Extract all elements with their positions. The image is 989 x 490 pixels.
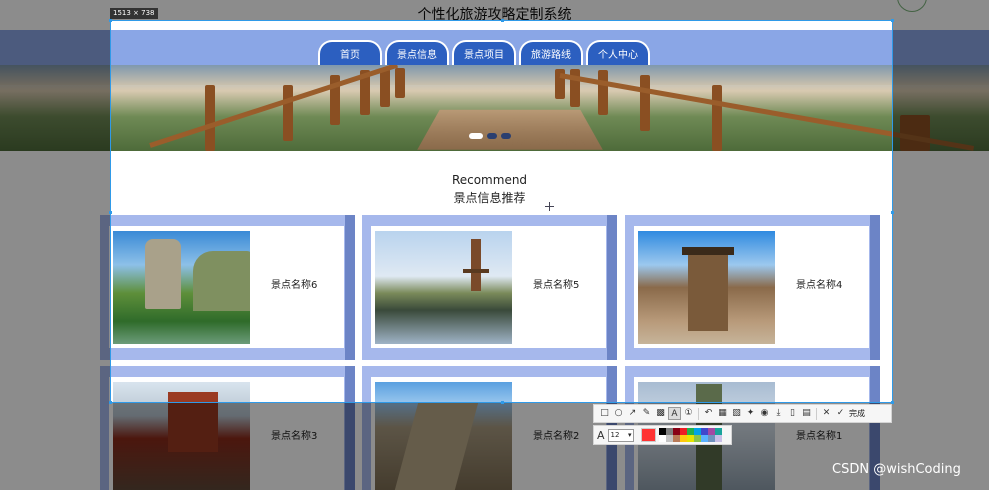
text-icon[interactable]: A	[668, 407, 681, 420]
color-swatch[interactable]	[714, 428, 722, 435]
color-swatch[interactable]	[693, 435, 701, 442]
resize-handle[interactable]	[109, 19, 112, 22]
current-color-swatch[interactable]	[640, 428, 656, 442]
resize-handle[interactable]	[501, 19, 504, 22]
color-swatch[interactable]	[672, 435, 680, 442]
text-style-bar: A 12	[593, 425, 732, 445]
arrow-icon[interactable]: ↗	[626, 407, 639, 420]
resize-handle[interactable]	[891, 19, 894, 22]
color-swatch[interactable]	[707, 435, 715, 442]
color-swatch[interactable]	[693, 428, 701, 435]
tb-separator	[816, 407, 817, 420]
crosshair-cursor	[545, 202, 554, 211]
capture-selection[interactable]	[109, 19, 894, 404]
number-icon[interactable]: ①	[682, 407, 695, 420]
font-size-select[interactable]: 12	[607, 428, 634, 442]
color-swatch[interactable]	[665, 435, 673, 442]
resize-handle[interactable]	[109, 211, 112, 214]
color-swatch[interactable]	[686, 435, 694, 442]
color-swatch[interactable]	[679, 428, 687, 435]
color-swatch[interactable]	[658, 428, 666, 435]
font-size-icon: A	[597, 428, 605, 442]
color-swatch[interactable]	[658, 435, 666, 442]
color-swatch[interactable]	[679, 435, 687, 442]
capture-toolbar: □ ○ ↗ ✎ ▩ A ① ↶ ▦ ▧ ✦ ◉ ⤓ ▯ ▤ ✕ ✓ 完成	[593, 404, 892, 423]
color-swatch[interactable]	[714, 435, 722, 442]
save-icon[interactable]: ▤	[800, 407, 813, 420]
color-swatch[interactable]	[700, 428, 708, 435]
color-swatch[interactable]	[665, 428, 673, 435]
ellipse-icon[interactable]: ○	[612, 407, 625, 420]
tb-separator	[698, 407, 699, 420]
done-button[interactable]: 完成	[849, 408, 865, 419]
resize-handle[interactable]	[891, 211, 894, 214]
ocr-icon[interactable]: ▦	[716, 407, 729, 420]
long-capture-icon[interactable]: ◉	[758, 407, 771, 420]
color-swatch[interactable]	[700, 435, 708, 442]
pin-icon[interactable]: ✦	[744, 407, 757, 420]
translate-icon[interactable]: ▧	[730, 407, 743, 420]
copy-icon[interactable]: ▯	[786, 407, 799, 420]
rectangle-icon[interactable]: □	[598, 407, 611, 420]
dim-overlay-left	[0, 20, 110, 403]
csdn-watermark: CSDN @wishCoding	[832, 462, 961, 477]
color-swatch[interactable]	[672, 428, 680, 435]
confirm-icon[interactable]: ✓	[834, 407, 847, 420]
selection-size-label: 1513 × 738	[110, 8, 158, 19]
mosaic-icon[interactable]: ▩	[654, 407, 667, 420]
color-palette	[658, 428, 722, 442]
download-icon[interactable]: ⤓	[772, 407, 785, 420]
pencil-icon[interactable]: ✎	[640, 407, 653, 420]
color-swatch[interactable]	[707, 428, 715, 435]
dim-overlay-right	[893, 20, 989, 403]
cancel-icon[interactable]: ✕	[820, 407, 833, 420]
undo-icon[interactable]: ↶	[702, 407, 715, 420]
resize-handle[interactable]	[501, 401, 504, 404]
color-swatch[interactable]	[686, 428, 694, 435]
resize-handle[interactable]	[109, 401, 112, 404]
